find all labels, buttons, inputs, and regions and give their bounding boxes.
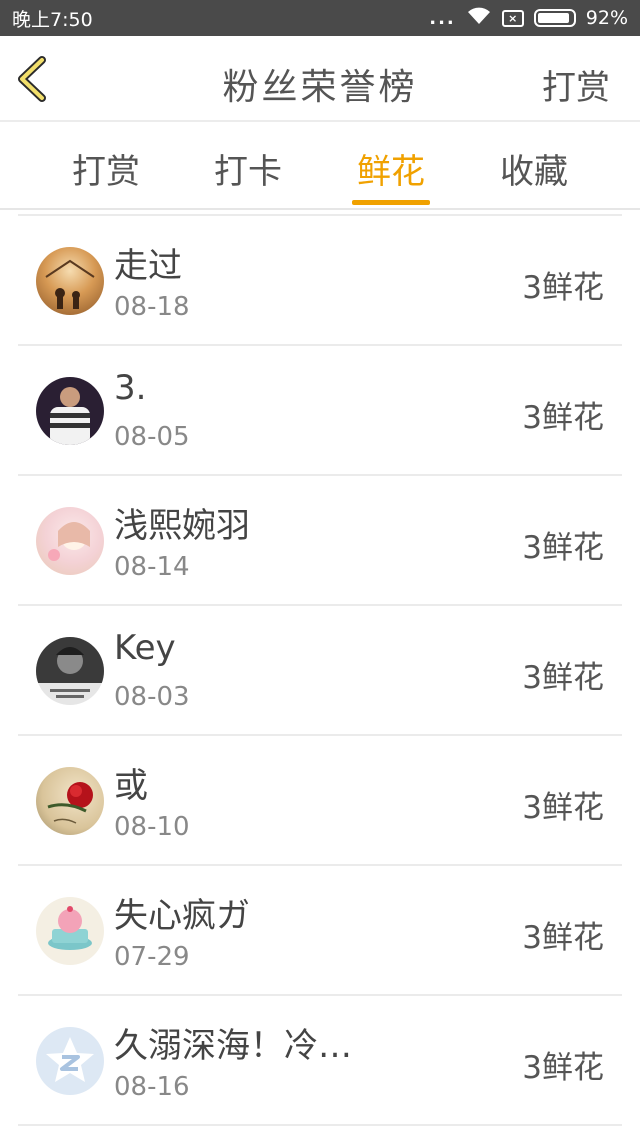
fan-date: 08-03 [114, 682, 190, 712]
flower-count: 3鲜花 [522, 400, 604, 436]
tab-reward[interactable]: 打赏 [46, 144, 166, 193]
fan-name: 浅熙婉羽 [114, 506, 250, 546]
fan-list: 走过 08-18 3鲜花 3. 08-05 3鲜花 浅熙婉羽 08-14 3鲜花… [18, 214, 622, 1126]
tab-checkin[interactable]: 打卡 [188, 144, 308, 193]
status-time: 晚上7:50 [12, 8, 93, 31]
fan-date: 08-18 [114, 292, 190, 322]
flower-count: 3鲜花 [522, 1050, 604, 1086]
fan-name: 或 [114, 766, 148, 806]
fan-name: 久溺深海！冷… [114, 1026, 352, 1066]
flower-count: 3鲜花 [522, 660, 604, 696]
battery-percent: 92% [585, 7, 628, 29]
fan-date: 08-05 [114, 422, 190, 452]
avatar [36, 247, 104, 315]
avatar [36, 507, 104, 575]
list-item[interactable]: 浅熙婉羽 08-14 3鲜花 [18, 476, 622, 606]
fan-name: 3. [114, 368, 147, 408]
list-item[interactable]: 3. 08-05 3鲜花 [18, 346, 622, 476]
fan-name: 走过 [114, 246, 182, 286]
flower-count: 3鲜花 [522, 790, 604, 826]
list-item[interactable]: Key 08-03 3鲜花 [18, 606, 622, 736]
top-navigation-bar: 粉丝荣誉榜 打赏 [0, 36, 640, 122]
more-dots-icon: ... [429, 7, 456, 29]
avatar [36, 897, 104, 965]
list-item[interactable]: 久溺深海！冷… 08-16 3鲜花 [18, 996, 622, 1126]
fan-date: 07-29 [114, 942, 190, 972]
avatar [36, 1027, 104, 1095]
avatar [36, 767, 104, 835]
list-item[interactable]: 走过 08-18 3鲜花 [18, 216, 622, 346]
status-bar: 晚上7:50 ... × 92% [0, 0, 640, 36]
avatar [36, 377, 104, 445]
fan-date: 08-16 [114, 1072, 190, 1102]
fan-name: 失心疯ガ [114, 896, 250, 936]
active-tab-indicator [352, 200, 430, 205]
fan-date: 08-10 [114, 812, 190, 842]
fan-date: 08-14 [114, 552, 190, 582]
flower-count: 3鲜花 [522, 920, 604, 956]
tab-flowers[interactable]: 鲜花 [331, 144, 451, 193]
battery-icon [533, 9, 576, 27]
tab-favorites[interactable]: 收藏 [474, 144, 594, 193]
no-sim-icon: × [501, 9, 524, 27]
list-item[interactable]: 失心疯ガ 07-29 3鲜花 [18, 866, 622, 996]
wifi-icon [466, 6, 492, 31]
avatar [36, 637, 104, 705]
reward-button[interactable]: 打赏 [542, 60, 610, 109]
tab-bar: 打赏 打卡 鲜花 收藏 [0, 122, 640, 210]
flower-count: 3鲜花 [522, 530, 604, 566]
fan-name: Key [114, 628, 176, 668]
list-item[interactable]: 或 08-10 3鲜花 [18, 736, 622, 866]
flower-count: 3鲜花 [522, 270, 604, 306]
